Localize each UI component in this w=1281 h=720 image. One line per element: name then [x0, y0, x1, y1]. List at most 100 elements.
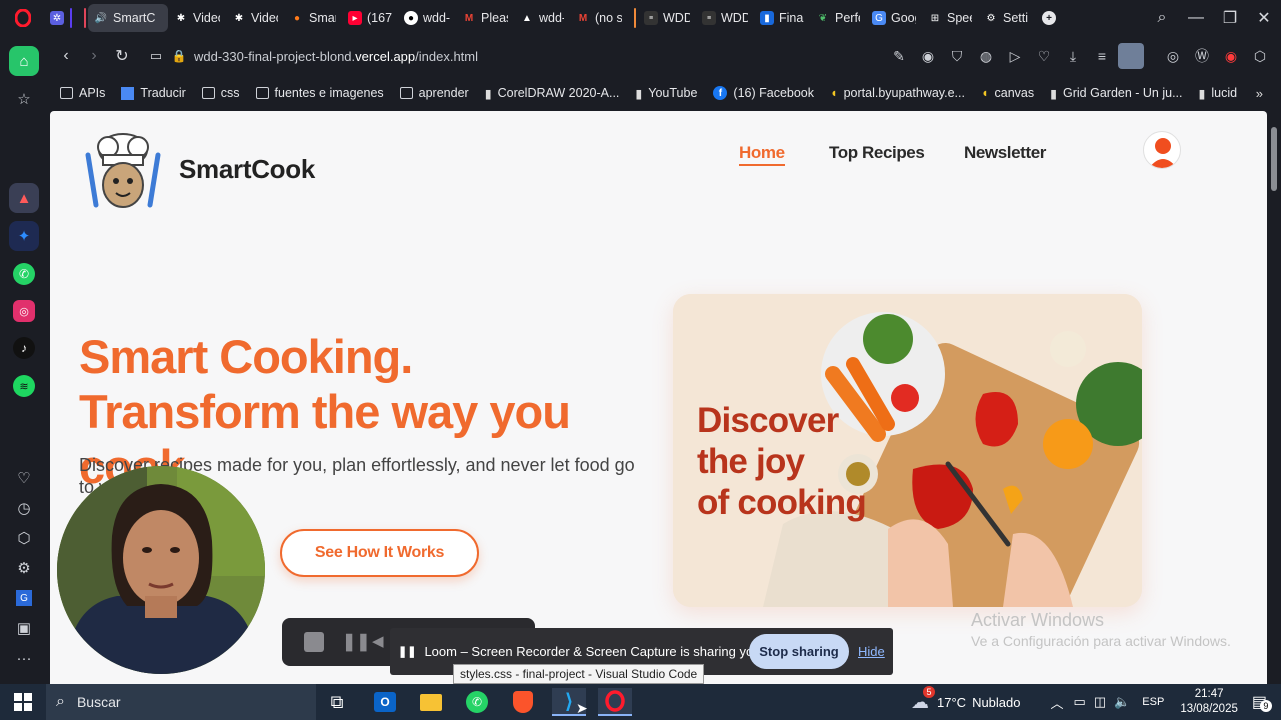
- camera-icon[interactable]: ◉: [915, 43, 941, 69]
- menu-icon[interactable]: ≡: [1089, 43, 1115, 69]
- tab-settings[interactable]: ⚙ Settin: [978, 4, 1034, 32]
- settings-gear-icon[interactable]: ⚙: [9, 553, 39, 583]
- tab-gmail-nosubject[interactable]: M (no su: [570, 4, 628, 32]
- nav-newsletter-link[interactable]: Newsletter: [964, 143, 1046, 163]
- see-how-it-works-button[interactable]: See How It Works: [280, 529, 479, 577]
- restore-button[interactable]: ❐: [1213, 4, 1247, 32]
- tab-video-1[interactable]: ✱ Video: [168, 4, 226, 32]
- wifi-icon[interactable]: ◫: [1094, 694, 1106, 710]
- bookmark-item[interactable]: ▮ lucid: [1199, 86, 1238, 101]
- file-explorer-icon[interactable]: [414, 688, 448, 716]
- network-icon[interactable]: ▭: [1074, 694, 1086, 710]
- tab-wdd-2[interactable]: ≡ WDD: [696, 4, 754, 32]
- tab-smart[interactable]: ● Smart: [284, 4, 342, 32]
- stop-recording-icon[interactable]: [304, 632, 324, 652]
- loom-record-icon[interactable]: ◉: [1218, 43, 1244, 69]
- bookmark-folder[interactable]: aprender: [399, 86, 469, 100]
- weather-condition[interactable]: Nublado: [972, 695, 1020, 710]
- bookmark-item[interactable]: Traducir: [121, 86, 186, 100]
- user-avatar-icon[interactable]: [1143, 131, 1181, 169]
- tab-search-icon[interactable]: ⌕: [1145, 4, 1179, 32]
- bookmarks-overflow-icon[interactable]: »: [1256, 86, 1263, 101]
- favorite-heart-icon[interactable]: ♡: [1031, 43, 1057, 69]
- page-scrollbar[interactable]: [1267, 111, 1281, 684]
- tab-trello[interactable]: ▮ Final: [754, 4, 810, 32]
- bookmark-item[interactable]: f (16) Facebook: [713, 86, 814, 100]
- volume-icon[interactable]: 🔈: [1114, 694, 1130, 710]
- edit-icon[interactable]: ✎: [886, 43, 912, 69]
- brave-icon[interactable]: [506, 688, 540, 716]
- vpn-globe-icon[interactable]: ◍: [973, 43, 999, 69]
- tiktok-icon[interactable]: ♪: [9, 333, 39, 363]
- close-window-button[interactable]: ✕: [1247, 4, 1281, 32]
- tab-perfect[interactable]: ❦ Perfec: [810, 4, 866, 32]
- extension-target-icon[interactable]: ◎: [1160, 43, 1186, 69]
- heart-icon[interactable]: ♡: [9, 463, 39, 493]
- tab-speech[interactable]: ⊞ Speec: [922, 4, 978, 32]
- spotify-icon[interactable]: ≋: [9, 371, 39, 401]
- bookmark-item[interactable]: ▮ Grid Garden - Un ju...: [1050, 86, 1182, 101]
- language-indicator[interactable]: ESP: [1142, 696, 1164, 708]
- download-icon[interactable]: ⤓: [1060, 43, 1086, 69]
- bookmark-item[interactable]: ▮ CorelDRAW 2020-A...: [485, 86, 620, 101]
- pause-icon[interactable]: ❚❚: [342, 632, 371, 652]
- tab-youtube[interactable]: ▸ (1675: [342, 4, 398, 32]
- restart-icon[interactable]: ◀: [372, 632, 384, 650]
- loom-webcam-bubble[interactable]: [57, 466, 265, 674]
- cube-icon[interactable]: ⬡: [9, 523, 39, 553]
- outlook-icon[interactable]: O: [368, 688, 402, 716]
- tab-vercel[interactable]: ▲ wdd-3: [514, 4, 570, 32]
- minimize-button[interactable]: —: [1179, 4, 1213, 32]
- bookmark-item[interactable]: ▮ YouTube: [635, 86, 697, 101]
- extensions-cube-icon[interactable]: ⬡: [1247, 43, 1273, 69]
- hide-sharing-bar-link[interactable]: Hide: [858, 644, 885, 659]
- taskbar-search[interactable]: ⌕ Buscar: [46, 684, 316, 720]
- extension-w-icon[interactable]: Ⓦ: [1189, 43, 1215, 69]
- tab-github[interactable]: ● wdd-3: [398, 4, 456, 32]
- tab-smartcook[interactable]: 🔊 SmartC: [88, 4, 168, 32]
- bookmark-folder[interactable]: APIs: [60, 86, 105, 100]
- stop-sharing-button[interactable]: Stop sharing: [749, 634, 849, 669]
- whatsapp-taskbar-icon[interactable]: ✆: [460, 688, 494, 716]
- aria-icon[interactable]: ▲: [9, 183, 39, 213]
- new-tab-button[interactable]: +: [1034, 4, 1064, 32]
- chevron-up-icon[interactable]: ︿: [1051, 693, 1064, 712]
- opera-logo-icon[interactable]: [0, 0, 46, 36]
- more-dots-icon[interactable]: ···: [9, 643, 39, 673]
- opera-taskbar-icon[interactable]: [598, 688, 632, 716]
- instagram-icon[interactable]: ◎: [9, 296, 39, 326]
- home-icon[interactable]: ⌂: [9, 46, 39, 76]
- notifications-icon[interactable]: ▤ 9: [1252, 692, 1272, 712]
- scrollbar-thumb[interactable]: [1271, 127, 1277, 191]
- sidebar-doc-icon[interactable]: ▣: [9, 613, 39, 643]
- tab-wdd-1[interactable]: ≡ WDD: [638, 4, 696, 32]
- forward-button[interactable]: ›: [80, 42, 108, 70]
- bookmark-folder[interactable]: fuentes e imagenes: [255, 86, 384, 100]
- star-icon[interactable]: ☆: [9, 84, 39, 114]
- temperature[interactable]: 17°C: [937, 695, 966, 710]
- windows-start-icon[interactable]: [6, 688, 40, 716]
- nav-home-link[interactable]: Home: [739, 143, 785, 166]
- translate-ext-icon[interactable]: G: [9, 583, 39, 613]
- shield-icon[interactable]: ⛉: [944, 43, 970, 69]
- bookmark-item[interactable]: ◖ portal.byupathway.e...: [830, 86, 965, 100]
- history-icon[interactable]: ◷: [9, 493, 39, 523]
- tab-gmail-please[interactable]: M Please: [456, 4, 514, 32]
- play-icon[interactable]: ▷: [1002, 43, 1028, 69]
- nav-top-recipes-link[interactable]: Top Recipes: [829, 143, 925, 163]
- tab-video-2[interactable]: ✱ Video: [226, 4, 284, 32]
- tab-google-translate[interactable]: G Goog: [866, 4, 922, 32]
- url-field[interactable]: wdd-330-final-project-blond.vercel.app/i…: [194, 49, 478, 64]
- task-view-icon[interactable]: ⧉: [320, 688, 354, 716]
- bookmark-folder[interactable]: css: [201, 86, 240, 100]
- snapshot-icon[interactable]: ▭: [142, 42, 170, 70]
- brand-name[interactable]: SmartCook: [179, 154, 315, 185]
- messenger-icon[interactable]: ✦: [9, 221, 39, 251]
- bookmark-item[interactable]: ◖ canvas: [981, 86, 1034, 100]
- workspace-icon[interactable]: ✲: [46, 4, 68, 32]
- whatsapp-icon[interactable]: ✆: [9, 259, 39, 289]
- back-button[interactable]: ‹: [52, 42, 80, 70]
- clock[interactable]: 21:47 13/08/2025: [1180, 687, 1238, 717]
- profile-avatar[interactable]: [1118, 43, 1144, 69]
- reload-button[interactable]: ↻: [108, 42, 136, 70]
